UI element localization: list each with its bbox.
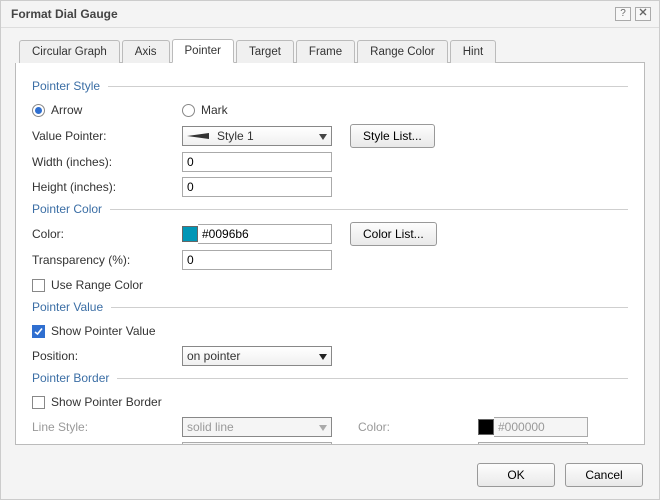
section-pointer-border-label: Pointer Border: [32, 371, 109, 385]
row-use-range-color: Use Range Color: [32, 274, 628, 296]
row-color: Color: Color List...: [32, 222, 628, 246]
row-line-style: Line Style: solid line Color:: [32, 416, 628, 438]
row-width: Width (inches):: [32, 151, 628, 173]
color-list-button[interactable]: Color List...: [350, 222, 437, 246]
ok-button[interactable]: OK: [477, 463, 555, 487]
width-input[interactable]: [182, 152, 332, 172]
divider: [108, 86, 628, 87]
row-value-pointer: Value Pointer: Style 1 Style List...: [32, 124, 628, 148]
tab-target[interactable]: Target: [236, 40, 294, 63]
border-color-field: [478, 417, 588, 437]
color-field: [182, 224, 332, 244]
value-pointer-select[interactable]: Style 1: [182, 126, 332, 146]
line-style-label: Line Style:: [32, 420, 182, 434]
titlebar: Format Dial Gauge ?: [1, 1, 659, 28]
use-range-color-checkbox[interactable]: Use Range Color: [32, 278, 143, 292]
dialog-window: Format Dial Gauge ? Circular Graph Axis …: [0, 0, 660, 500]
divider: [117, 378, 628, 379]
window-buttons: ?: [615, 7, 651, 21]
value-pointer-selected: Style 1: [217, 129, 254, 143]
transparency-label: Transparency (%):: [32, 253, 182, 267]
line-style-selected: solid line: [187, 420, 234, 434]
section-pointer-style-label: Pointer Style: [32, 79, 100, 93]
dialog-footer: OK Cancel: [1, 453, 659, 499]
border-color-swatch: [478, 419, 494, 435]
position-label: Position:: [32, 349, 182, 363]
show-pointer-value-box: [32, 325, 45, 338]
tab-range-color[interactable]: Range Color: [357, 40, 448, 63]
tab-panel-pointer: Pointer Style Arrow Mark Value Pointer:: [15, 63, 645, 445]
position-select[interactable]: on pointer: [182, 346, 332, 366]
chevron-down-icon: [319, 420, 327, 434]
height-label: Height (inches):: [32, 180, 182, 194]
cancel-button[interactable]: Cancel: [565, 463, 643, 487]
show-pointer-border-checkbox[interactable]: Show Pointer Border: [32, 395, 162, 409]
tab-circular-graph[interactable]: Circular Graph: [19, 40, 120, 63]
radio-mark-indicator: [182, 104, 195, 117]
position-selected: on pointer: [187, 349, 240, 363]
style-list-button[interactable]: Style List...: [350, 124, 435, 148]
color-label: Color:: [32, 227, 182, 241]
border-color-label: Color:: [358, 420, 478, 434]
radio-arrow-label: Arrow: [51, 103, 82, 117]
radio-arrow-indicator: [32, 104, 45, 117]
section-pointer-border: Pointer Border: [32, 371, 628, 385]
border-color-hex-input: [494, 417, 588, 437]
show-pointer-border-box: [32, 396, 45, 409]
section-pointer-value-label: Pointer Value: [32, 300, 103, 314]
dialog-title: Format Dial Gauge: [11, 7, 118, 21]
section-pointer-color: Pointer Color: [32, 202, 628, 216]
row-border-transparency: Transparency (%): Thickness (inches):: [32, 441, 628, 445]
value-pointer-label: Value Pointer:: [32, 129, 182, 143]
pointer-style-preview-icon: [187, 132, 213, 140]
row-height: Height (inches):: [32, 176, 628, 198]
row-show-pointer-value: Show Pointer Value: [32, 320, 628, 342]
section-pointer-value: Pointer Value: [32, 300, 628, 314]
height-input[interactable]: [182, 177, 332, 197]
tabbar: Circular Graph Axis Pointer Target Frame…: [19, 38, 645, 63]
tab-frame[interactable]: Frame: [296, 40, 355, 63]
tab-pointer[interactable]: Pointer: [172, 39, 234, 63]
width-label: Width (inches):: [32, 155, 182, 169]
use-range-color-box: [32, 279, 45, 292]
section-pointer-style: Pointer Style: [32, 79, 628, 93]
radio-mark[interactable]: Mark: [182, 103, 228, 117]
chevron-down-icon: [319, 349, 327, 363]
color-hex-input[interactable]: [198, 224, 332, 244]
show-pointer-border-label: Show Pointer Border: [51, 395, 162, 409]
help-window-button[interactable]: ?: [615, 7, 631, 21]
radio-arrow[interactable]: Arrow: [32, 103, 182, 117]
close-window-button[interactable]: [635, 7, 651, 21]
tabbar-wrap: Circular Graph Axis Pointer Target Frame…: [1, 28, 659, 63]
transparency-input[interactable]: [182, 250, 332, 270]
tab-hint[interactable]: Hint: [450, 40, 496, 63]
row-show-pointer-border: Show Pointer Border: [32, 391, 628, 413]
tab-axis[interactable]: Axis: [122, 40, 170, 63]
radio-mark-label: Mark: [201, 103, 228, 117]
chevron-down-icon: [319, 129, 327, 143]
row-transparency: Transparency (%):: [32, 249, 628, 271]
row-pointer-type: Arrow Mark: [32, 99, 628, 121]
border-thickness-input: [478, 442, 588, 445]
divider: [111, 307, 628, 308]
color-swatch[interactable]: [182, 226, 198, 242]
divider: [110, 209, 628, 210]
line-style-select: solid line: [182, 417, 332, 437]
close-icon: [639, 8, 647, 16]
border-transparency-input: [182, 442, 332, 445]
use-range-color-label: Use Range Color: [51, 278, 143, 292]
show-pointer-value-checkbox[interactable]: Show Pointer Value: [32, 324, 156, 338]
row-position: Position: on pointer: [32, 345, 628, 367]
section-pointer-color-label: Pointer Color: [32, 202, 102, 216]
show-pointer-value-label: Show Pointer Value: [51, 324, 156, 338]
